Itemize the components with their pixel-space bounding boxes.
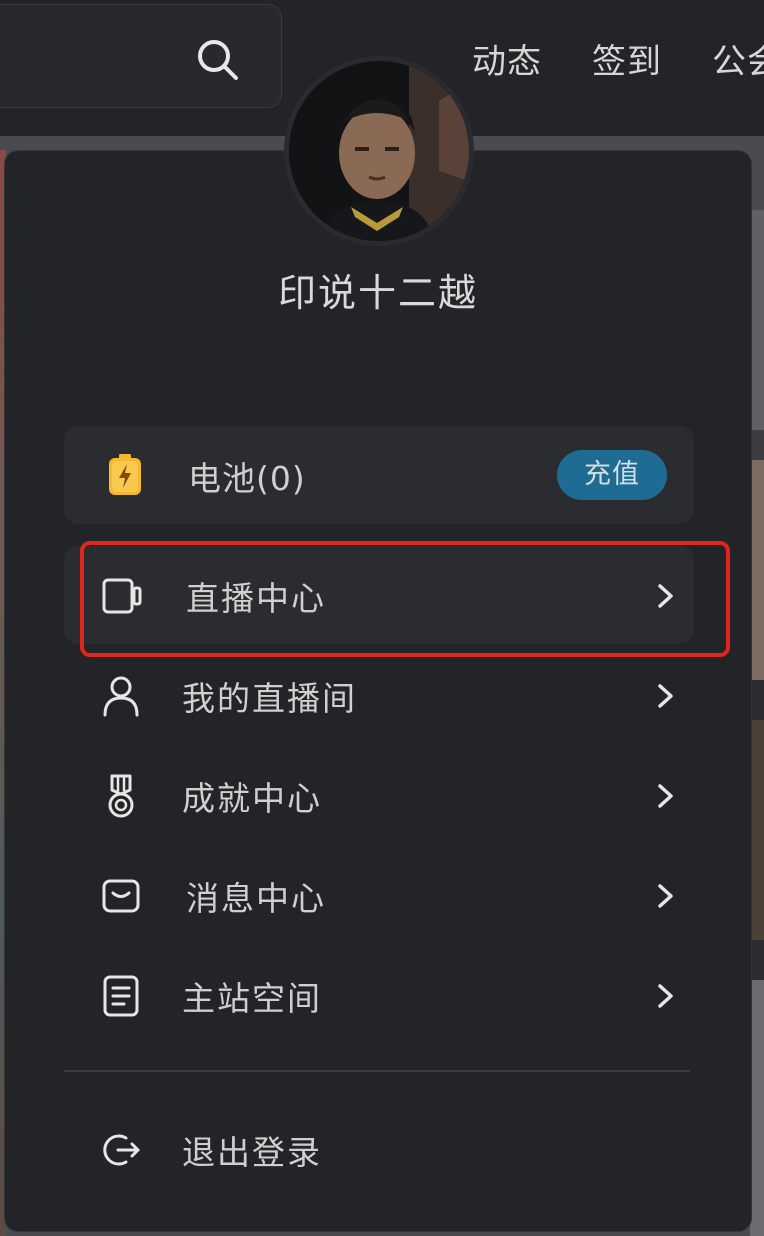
avatar[interactable] — [284, 56, 474, 246]
user-icon — [103, 676, 139, 717]
medal-icon — [108, 774, 134, 818]
search-box[interactable] — [0, 4, 282, 108]
nav-checkin[interactable]: 签到 — [592, 34, 662, 83]
live-center-icon — [102, 578, 142, 614]
chevron-right-icon — [658, 884, 673, 908]
avatar-image — [289, 61, 469, 241]
nav-guild[interactable]: 公会 — [712, 34, 764, 83]
menu-item-label: 成就中心 — [182, 779, 322, 818]
nav-dynamics[interactable]: 动态 — [472, 34, 542, 83]
recharge-button[interactable]: 充值 — [557, 450, 667, 500]
menu-item-achievements[interactable]: 成就中心 — [64, 746, 694, 844]
message-icon — [102, 879, 140, 913]
logout-button[interactable]: 退出登录 — [64, 1100, 694, 1198]
battery-label: 电池(0) — [188, 459, 306, 498]
menu-item-live-center[interactable]: 直播中心 — [64, 546, 694, 644]
menu-divider — [64, 1070, 690, 1072]
background-thumbnails — [750, 210, 764, 1236]
chevron-right-icon — [658, 584, 673, 608]
username: 印说十二越 — [277, 271, 478, 315]
search-icon[interactable] — [195, 37, 241, 83]
battery-charging-icon — [109, 454, 141, 495]
menu-item-label: 主站空间 — [182, 979, 322, 1018]
logout-icon — [103, 1134, 140, 1166]
logout-label: 退出登录 — [182, 1133, 322, 1172]
chevron-right-icon — [658, 784, 673, 808]
menu-item-my-live-room[interactable]: 我的直播间 — [64, 646, 694, 744]
battery-card[interactable]: 电池(0) 充值 — [64, 426, 694, 524]
chevron-right-icon — [658, 984, 673, 1008]
menu-item-main-space[interactable]: 主站空间 — [64, 946, 694, 1044]
menu-item-label: 直播中心 — [186, 579, 326, 618]
chevron-right-icon — [658, 684, 673, 708]
menu-item-label: 消息中心 — [186, 879, 326, 918]
menu-item-messages[interactable]: 消息中心 — [64, 846, 694, 944]
document-icon — [103, 975, 139, 1017]
menu-item-label: 我的直播间 — [182, 679, 357, 718]
